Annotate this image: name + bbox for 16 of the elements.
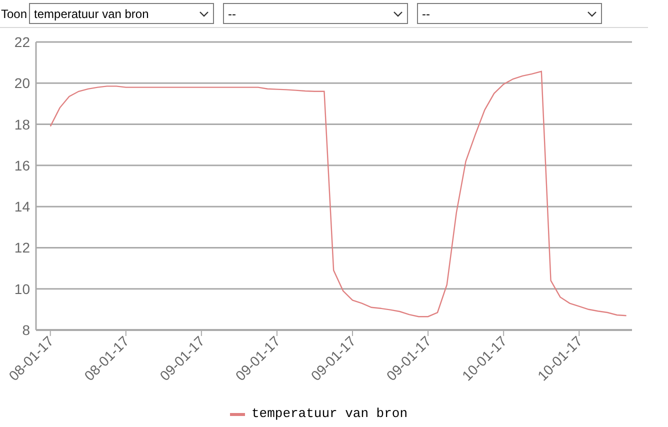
y-axis-label: 16 bbox=[14, 157, 30, 174]
legend-label: temperatuur van bron bbox=[251, 406, 408, 422]
y-axis-label: 14 bbox=[14, 198, 30, 215]
chevron-down-icon bbox=[199, 10, 210, 16]
y-axis-label: 10 bbox=[14, 280, 30, 297]
y-axis-label: 22 bbox=[14, 34, 30, 50]
y-axis-label: 8 bbox=[22, 322, 30, 338]
dropdown-field[interactable]: -- bbox=[223, 3, 408, 24]
y-axis-label: 12 bbox=[14, 240, 30, 256]
chevron-down-icon bbox=[587, 10, 598, 16]
y-axis-label: 18 bbox=[14, 116, 30, 132]
dropdown-field[interactable]: temperatuur van bron bbox=[29, 3, 214, 24]
filter-label: Toon bbox=[1, 6, 28, 22]
y-axis-label: 20 bbox=[14, 75, 30, 92]
dropdown-field[interactable]: -- bbox=[417, 3, 602, 24]
chevron-down-icon bbox=[393, 10, 404, 16]
